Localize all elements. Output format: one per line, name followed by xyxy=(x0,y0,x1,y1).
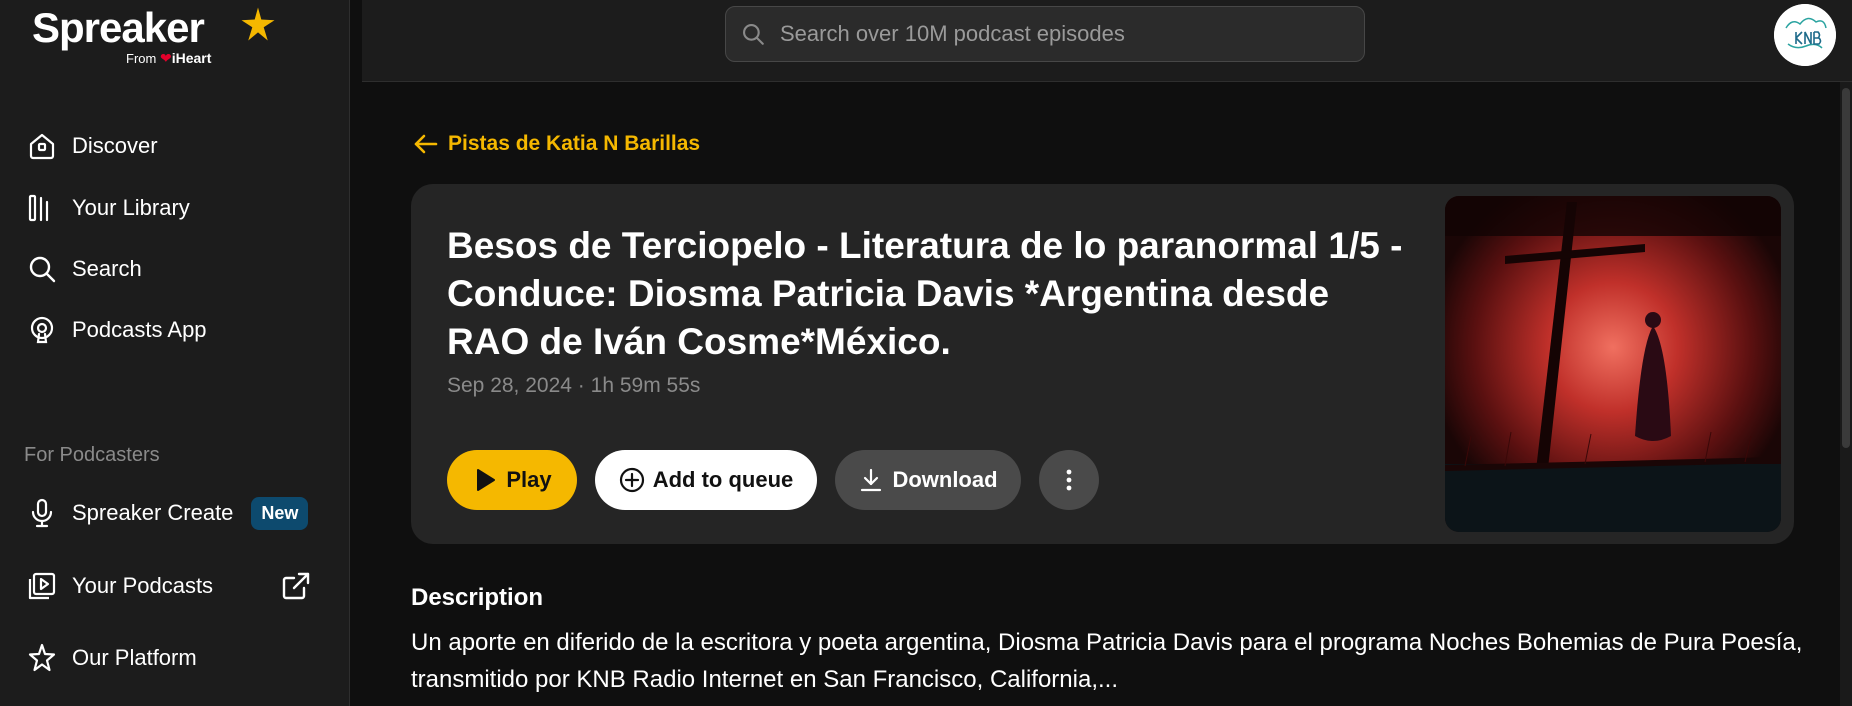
new-badge: New xyxy=(251,496,309,530)
logo-from-text: From xyxy=(126,51,157,66)
top-bar xyxy=(362,0,1852,82)
sidebar-item-spreaker-create[interactable]: Spreaker Create New xyxy=(26,493,309,533)
star-outline-icon xyxy=(28,643,56,672)
avatar-logo-image xyxy=(1774,4,1836,66)
microphone-icon xyxy=(31,498,53,528)
logo-wordmark: Spreaker xyxy=(32,4,205,51)
sidebar-item-label: Discover xyxy=(72,133,158,158)
scrollbar-thumb[interactable] xyxy=(1842,88,1850,448)
podcast-app-icon xyxy=(30,316,54,344)
logo-subtitle: From ❤iHeart xyxy=(126,50,211,67)
meta-separator: · xyxy=(577,374,585,397)
play-button[interactable]: Play xyxy=(447,450,577,510)
main-content: Pistas de Katia N Barillas Besos de Terc… xyxy=(362,82,1840,706)
add-to-queue-button[interactable]: Add to queue xyxy=(595,450,817,510)
download-icon xyxy=(861,468,882,492)
play-box-icon xyxy=(28,572,56,600)
episode-duration: 1h 59m 55s xyxy=(590,374,701,397)
episode-cover-image xyxy=(1445,196,1781,532)
plus-circle-icon xyxy=(619,467,644,493)
sidebar-item-label: Our Platform xyxy=(72,645,197,670)
back-link[interactable]: Pistas de Katia N Barillas xyxy=(412,130,700,158)
episode-date: Sep 28, 2024 xyxy=(447,374,572,397)
sidebar-item-our-platform[interactable]: Our Platform xyxy=(26,638,197,678)
library-icon xyxy=(28,194,49,222)
play-button-label: Play xyxy=(506,467,552,492)
more-vertical-icon xyxy=(1066,469,1072,491)
sidebar-item-label: Podcasts App xyxy=(72,317,207,342)
sidebar-item-label: Search xyxy=(72,256,142,281)
sidebar-item-label: Spreaker Create xyxy=(72,500,234,525)
episode-meta: Sep 28, 2024 · 1h 59m 55s xyxy=(447,374,700,398)
sidebar-item-podcasts-app[interactable]: Podcasts App xyxy=(26,310,207,350)
sidebar-item-discover[interactable]: Discover xyxy=(26,126,158,166)
back-link-label: Pistas de Katia N Barillas xyxy=(448,132,701,155)
section-heading-for-podcasters: For Podcasters xyxy=(24,444,160,466)
episode-title: Besos de Terciopelo - Literatura de lo p… xyxy=(447,225,1403,362)
external-link-icon[interactable] xyxy=(280,570,312,602)
logo-partner-text: iHeart xyxy=(171,50,212,66)
episode-card: Besos de Terciopelo - Literatura de lo p… xyxy=(411,184,1794,544)
user-avatar[interactable] xyxy=(1774,4,1836,66)
sidebar-item-label: Your Podcasts xyxy=(72,573,214,598)
page-scrollbar[interactable] xyxy=(1840,82,1852,706)
search-icon xyxy=(743,24,764,45)
play-icon xyxy=(477,469,496,491)
spreaker-logo[interactable]: Spreaker From ❤iHeart xyxy=(32,4,275,66)
search-icon xyxy=(29,256,56,283)
sidebar-item-search[interactable]: Search xyxy=(26,249,142,289)
more-options-button[interactable] xyxy=(1039,450,1099,510)
episode-actions: Play Add to queue Download xyxy=(447,450,1099,510)
sidebar-item-label: Your Library xyxy=(72,195,190,220)
logo-star-icon xyxy=(241,7,275,41)
sidebar-item-library[interactable]: Your Library xyxy=(26,188,190,228)
download-label: Download xyxy=(892,467,998,492)
search-bar[interactable] xyxy=(725,6,1365,62)
add-to-queue-label: Add to queue xyxy=(652,467,794,492)
home-icon xyxy=(29,133,55,160)
arrow-left-icon xyxy=(414,134,438,154)
description-text: Un aporte en diferido de la escritora y … xyxy=(411,629,1803,693)
iheart-icon: ❤ xyxy=(159,50,172,66)
download-button[interactable]: Download xyxy=(835,450,1021,510)
cover-artwork xyxy=(1445,196,1781,532)
sidebar: Spreaker From ❤iHeart Discover Your Libr… xyxy=(0,0,350,706)
description-heading: Description xyxy=(411,584,544,611)
search-input[interactable] xyxy=(780,21,1340,47)
sidebar-item-your-podcasts[interactable]: Your Podcasts xyxy=(26,566,213,606)
